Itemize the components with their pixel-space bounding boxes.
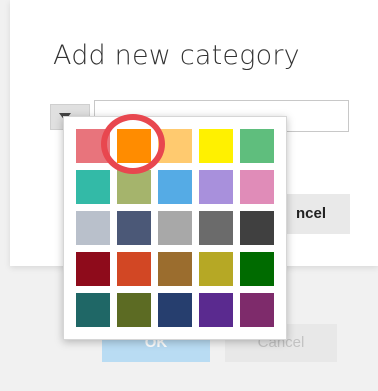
swatch-yellow[interactable] (199, 129, 233, 163)
swatch-dark-gray[interactable] (199, 211, 233, 245)
swatch-pink[interactable] (240, 170, 274, 204)
swatch-plum[interactable] (240, 293, 274, 327)
swatch-purple[interactable] (199, 170, 233, 204)
swatch-navy[interactable] (158, 293, 192, 327)
swatch-brown[interactable] (158, 252, 192, 286)
swatch-dark-teal[interactable] (76, 293, 110, 327)
swatch-charcoal[interactable] (240, 211, 274, 245)
swatch-dark-red[interactable] (76, 252, 110, 286)
selection-highlight-circle (101, 114, 165, 174)
swatch-teal[interactable] (76, 170, 110, 204)
swatch-olive[interactable] (117, 170, 151, 204)
dialog-title: Add new category (53, 40, 300, 71)
swatch-dark-green[interactable] (240, 252, 274, 286)
swatch-dark-olive[interactable] (117, 293, 151, 327)
swatch-burnt-orange[interactable] (117, 252, 151, 286)
swatch-gray[interactable] (158, 211, 192, 245)
swatch-dark-purple[interactable] (199, 293, 233, 327)
color-palette-popup (63, 116, 287, 340)
swatch-blue[interactable] (158, 170, 192, 204)
swatch-slate[interactable] (117, 211, 151, 245)
swatch-green[interactable] (240, 129, 274, 163)
swatch-mustard[interactable] (199, 252, 233, 286)
swatch-light-gray[interactable] (76, 211, 110, 245)
